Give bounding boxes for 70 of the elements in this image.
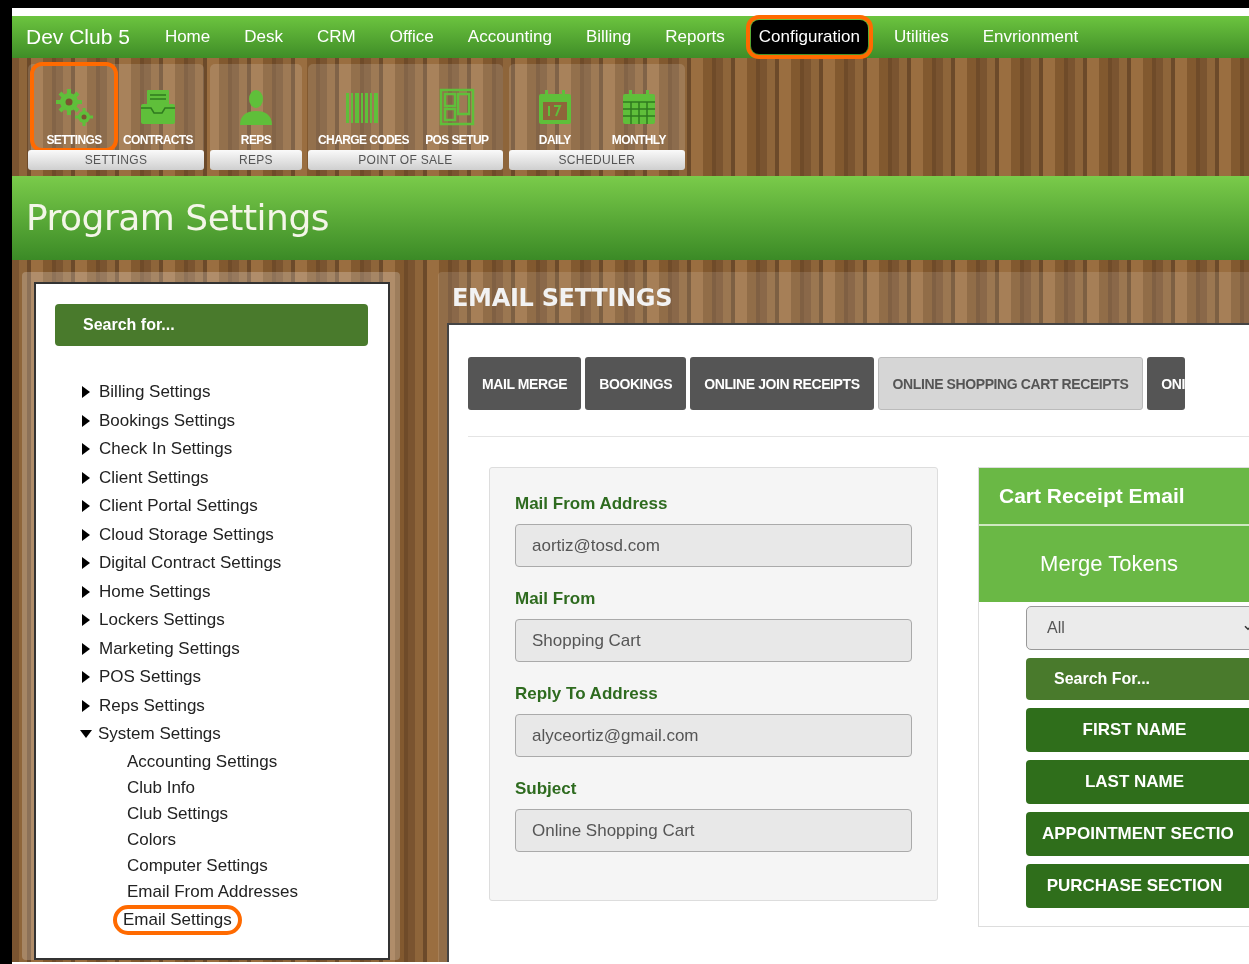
- tree-item[interactable]: Home Settings: [55, 577, 388, 606]
- input-field[interactable]: Online Shopping Cart: [515, 809, 912, 852]
- tree-item[interactable]: Lockers Settings: [55, 606, 388, 635]
- group-label: SETTINGS: [28, 150, 204, 170]
- expand-arrow-icon[interactable]: [82, 585, 90, 598]
- gears-icon: [54, 87, 94, 127]
- tree-item[interactable]: Email From Addresses: [127, 881, 298, 902]
- tab[interactable]: ONLINE SHOPPING CART RECEIPTS: [877, 357, 1144, 410]
- group-label: POINT OF SALE: [308, 150, 503, 170]
- field-label: Subject: [515, 779, 578, 800]
- field-label: Mail From Address: [515, 494, 669, 515]
- expand-arrow-icon[interactable]: [82, 557, 90, 570]
- section-header: Merge Tokens: [979, 526, 1249, 602]
- search-field[interactable]: Search for...: [55, 304, 368, 346]
- group-label: SCHEDULER: [508, 150, 685, 170]
- group-label: REPS: [210, 150, 302, 170]
- tree-item[interactable]: Digital Contract Settings: [55, 549, 388, 578]
- expand-arrow-icon[interactable]: [82, 528, 90, 541]
- token-button[interactable]: FIRST NAME: [1026, 708, 1249, 752]
- tree-item[interactable]: Colors: [127, 829, 177, 850]
- tree-item[interactable]: Accounting Settings: [127, 751, 278, 772]
- tree-item[interactable]: Club Settings: [127, 803, 229, 824]
- field-label: Mail From: [515, 589, 597, 610]
- toolbar-button[interactable]: DAILY: [512, 64, 597, 150]
- toolbar-button[interactable]: MONTHLY: [596, 64, 681, 150]
- tree-item[interactable]: Computer Settings: [127, 855, 268, 876]
- search-field[interactable]: Search For...: [1026, 658, 1249, 700]
- field-label: Reply To Address: [515, 684, 659, 705]
- input-field[interactable]: alyceortiz@gmail.com: [515, 714, 912, 757]
- expand-arrow-icon[interactable]: [80, 730, 92, 739]
- tab[interactable]: ONLINE JOIN RECEIPTS: [690, 357, 874, 410]
- tree-item[interactable]: Client Settings: [55, 463, 388, 492]
- toolbar-button[interactable]: POS SETUP: [414, 64, 499, 150]
- expand-arrow-icon[interactable]: [82, 471, 90, 484]
- page-title: Program Settings: [26, 196, 330, 240]
- tab[interactable]: ONI: [1147, 357, 1186, 410]
- token-button[interactable]: PURCHASE SECTION: [1026, 864, 1249, 908]
- tray-icon: [138, 87, 178, 127]
- expand-arrow-icon[interactable]: [82, 614, 90, 627]
- tree-item[interactable]: POS Settings: [55, 663, 388, 692]
- panel-title: EMAIL SETTINGS: [451, 282, 674, 314]
- filter-dropdown[interactable]: All: [1026, 606, 1249, 650]
- tab[interactable]: BOOKINGS: [585, 357, 687, 410]
- app-title: Dev Club 5: [26, 25, 130, 49]
- expand-arrow-icon[interactable]: [82, 414, 90, 427]
- expand-arrow-icon[interactable]: [82, 500, 90, 513]
- expand-arrow-icon[interactable]: [82, 642, 90, 655]
- card-header: Cart Receipt Email: [979, 468, 1249, 526]
- expand-arrow-icon[interactable]: [82, 671, 90, 684]
- expand-arrow-icon[interactable]: [82, 386, 90, 399]
- expand-arrow-icon[interactable]: [82, 443, 90, 456]
- toolbar-button[interactable]: CHARGE CODES: [312, 64, 415, 150]
- input-field[interactable]: aortiz@tosd.com: [515, 524, 912, 567]
- token-button[interactable]: LAST NAME: [1026, 760, 1249, 804]
- tree-item[interactable]: Check In Settings: [55, 435, 388, 464]
- tree-item[interactable]: Cloud Storage Settings: [55, 520, 388, 549]
- toolbar-button[interactable]: REPS: [214, 64, 298, 150]
- tree-item[interactable]: System Settings: [55, 720, 388, 749]
- tree-item[interactable]: Billing Settings: [55, 378, 388, 407]
- tree-item[interactable]: Club Info: [127, 777, 196, 798]
- tab[interactable]: MAIL MERGE: [468, 357, 582, 410]
- input-field[interactable]: Shopping Cart: [515, 619, 912, 662]
- toolbar-button[interactable]: SETTINGS: [32, 64, 116, 150]
- toolbar-button[interactable]: CONTRACTS: [116, 64, 200, 150]
- tree-item[interactable]: Marketing Settings: [55, 634, 388, 663]
- tree-item[interactable]: Bookings Settings: [55, 406, 388, 435]
- expand-arrow-icon[interactable]: [82, 699, 90, 712]
- tree-item[interactable]: Client Portal Settings: [55, 492, 388, 521]
- tree-item[interactable]: Reps Settings: [55, 691, 388, 720]
- token-button[interactable]: APPOINTMENT SECTIO: [1026, 812, 1249, 856]
